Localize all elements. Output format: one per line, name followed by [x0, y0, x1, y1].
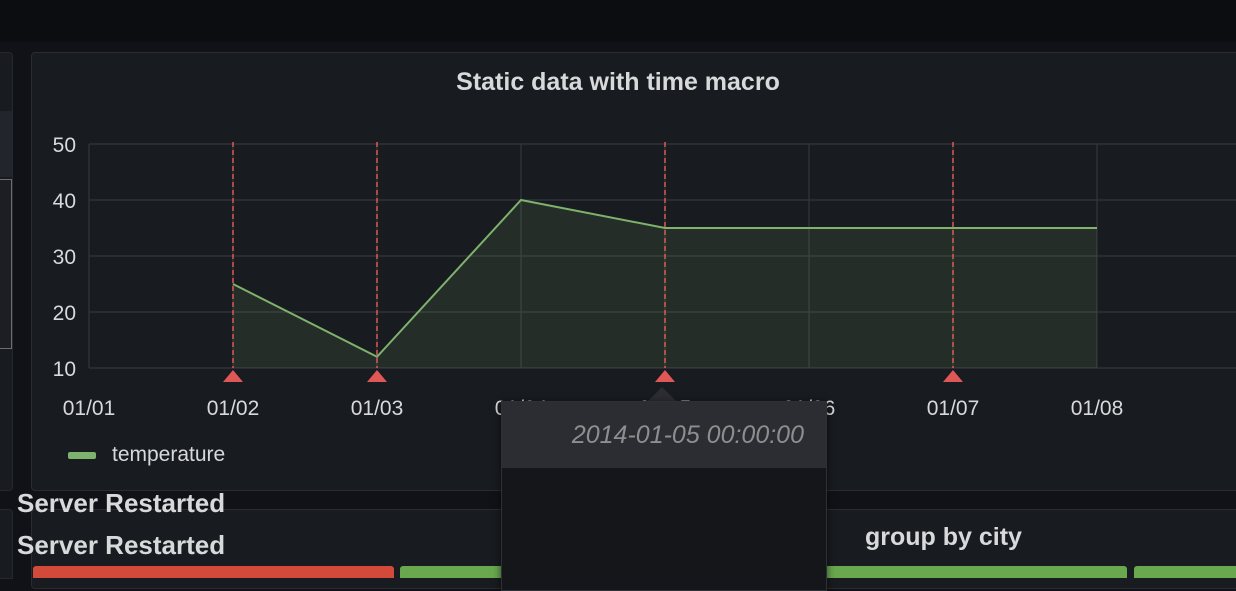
x-tick-label: 01/01: [63, 397, 116, 420]
y-tick-label: 40: [53, 190, 76, 213]
annotation-marker: [655, 370, 675, 382]
legend-swatch-temperature[interactable]: [68, 451, 96, 459]
tooltip-arrow: [648, 387, 676, 401]
x-tick-label: 01/08: [1071, 397, 1124, 420]
chart-legend: temperature: [68, 443, 225, 467]
tooltip-time: 2014-01-05 00:00:00: [502, 402, 826, 468]
group-by-city-title: group by city: [865, 523, 1022, 551]
legend-label-temperature[interactable]: temperature: [112, 443, 225, 467]
x-tick-label: 01/02: [207, 397, 260, 420]
y-tick-label: 10: [53, 358, 76, 381]
annotation-marker: [223, 370, 243, 382]
city-bar-red[interactable]: [33, 566, 394, 578]
tooltip-annotation-text: Server Restarted: [17, 488, 226, 518]
y-tick-label: 20: [53, 302, 76, 325]
x-tick-label: 01/07: [927, 397, 980, 420]
y-tick-label: 30: [53, 246, 76, 269]
x-tick-label: 01/03: [351, 397, 404, 420]
y-tick-label: 50: [53, 134, 76, 157]
annotation-tooltip: 2014-01-05 00:00:00: [501, 401, 827, 591]
annotation-marker: [367, 370, 387, 382]
tooltip-annotation-text: Server Restarted: [17, 530, 226, 560]
annotation-marker: [943, 370, 963, 382]
city-bar-green-2[interactable]: [1134, 566, 1236, 578]
